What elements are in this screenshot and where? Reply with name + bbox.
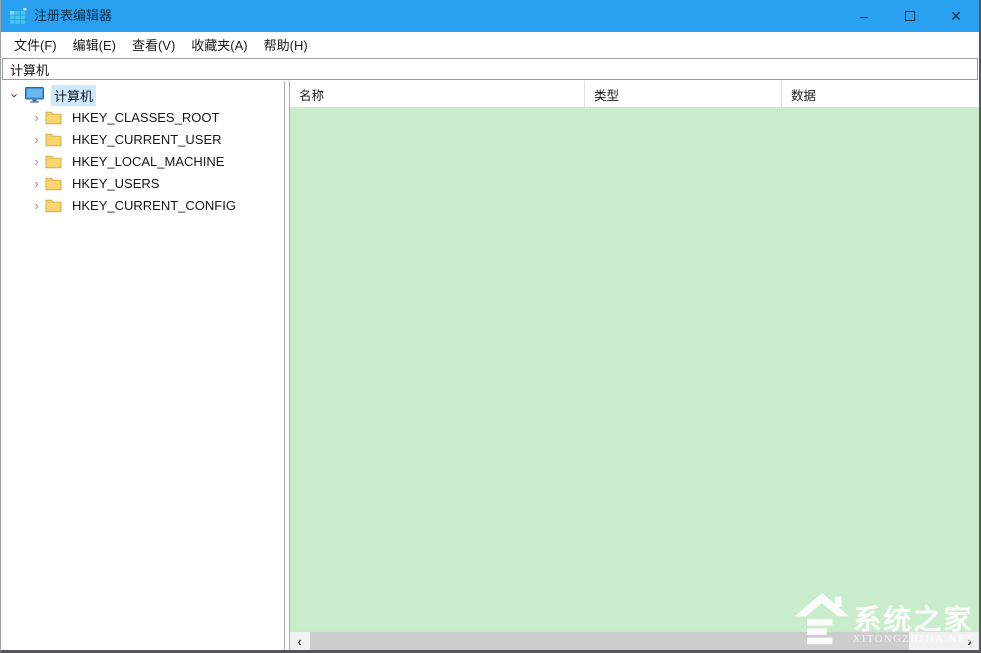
menu-file[interactable]: 文件(F)	[6, 32, 65, 57]
tree-item-hkey-users[interactable]: › HKEY_USERS	[1, 172, 284, 194]
minimize-icon: –	[860, 9, 868, 23]
folder-icon	[45, 110, 62, 125]
folder-icon	[45, 132, 62, 147]
column-header-name[interactable]: 名称	[290, 81, 585, 107]
tree-item-label: HKEY_LOCAL_MACHINE	[69, 153, 227, 170]
main-area: › 计算机 ›	[1, 81, 979, 650]
list-header: 名称 类型 数据	[290, 81, 979, 107]
tree-item-hkey-current-user[interactable]: › HKEY_CURRENT_USER	[1, 128, 284, 150]
menu-view[interactable]: 查看(V)	[124, 32, 183, 57]
tree-item-label: HKEY_CLASSES_ROOT	[69, 109, 222, 126]
scroll-right-icon: ›	[967, 634, 971, 649]
tree-panel[interactable]: › 计算机 ›	[1, 81, 285, 650]
close-button[interactable]: ✕	[933, 0, 979, 32]
scroll-left-icon: ‹	[297, 634, 301, 649]
menu-bar: 文件(F) 编辑(E) 查看(V) 收藏夹(A) 帮助(H)	[1, 32, 979, 57]
scrollbar-track[interactable]	[309, 632, 960, 650]
column-header-type[interactable]: 类型	[585, 81, 782, 107]
address-bar-row: 计算机	[1, 57, 979, 81]
tree-item-label: HKEY_USERS	[69, 175, 162, 192]
minimize-button[interactable]: –	[841, 0, 887, 32]
window-controls: – ✕	[841, 0, 979, 32]
tree-item-label: HKEY_CURRENT_CONFIG	[69, 197, 239, 214]
scrollbar-thumb[interactable]	[310, 632, 909, 650]
maximize-button[interactable]	[887, 0, 933, 32]
horizontal-scrollbar[interactable]: ‹ ›	[290, 631, 979, 650]
regedit-window: 注册表编辑器 – ✕ 文件(F) 编辑(E) 查看(V) 收藏夹(A) 帮助(H…	[0, 0, 981, 653]
scroll-right-button[interactable]: ›	[960, 632, 979, 650]
folder-icon	[45, 154, 62, 169]
titlebar[interactable]: 注册表编辑器 – ✕	[1, 0, 979, 32]
address-value: 计算机	[10, 60, 49, 79]
tree-item-hkey-classes-root[interactable]: › HKEY_CLASSES_ROOT	[1, 106, 284, 128]
computer-icon	[25, 87, 45, 103]
menu-edit[interactable]: 编辑(E)	[65, 32, 124, 57]
tree-item-hkey-current-config[interactable]: › HKEY_CURRENT_CONFIG	[1, 194, 284, 216]
folder-icon	[45, 176, 62, 191]
scroll-left-button[interactable]: ‹	[290, 632, 309, 650]
address-bar[interactable]: 计算机	[2, 58, 978, 80]
chevron-right-icon[interactable]: ›	[28, 154, 45, 169]
chevron-right-icon[interactable]: ›	[28, 110, 45, 125]
column-header-data[interactable]: 数据	[782, 81, 979, 107]
registry-editor-icon	[10, 8, 27, 24]
maximize-icon	[905, 11, 915, 21]
chevron-down-icon[interactable]: ›	[8, 88, 23, 102]
window-title: 注册表编辑器	[34, 0, 112, 32]
tree-item-label: 计算机	[51, 85, 96, 106]
tree-item-hkey-local-machine[interactable]: › HKEY_LOCAL_MACHINE	[1, 150, 284, 172]
menu-favorites[interactable]: 收藏夹(A)	[183, 32, 255, 57]
close-icon: ✕	[950, 9, 962, 23]
chevron-right-icon[interactable]: ›	[28, 132, 45, 147]
chevron-right-icon[interactable]: ›	[28, 198, 45, 213]
value-list-panel: 名称 类型 数据 ‹ ›	[289, 81, 979, 650]
value-list-empty-area[interactable]	[290, 107, 979, 631]
tree-item-label: HKEY_CURRENT_USER	[69, 131, 225, 148]
chevron-right-icon[interactable]: ›	[28, 176, 45, 191]
menu-help[interactable]: 帮助(H)	[256, 32, 316, 57]
tree-item-computer[interactable]: › 计算机	[1, 84, 284, 106]
folder-icon	[45, 198, 62, 213]
